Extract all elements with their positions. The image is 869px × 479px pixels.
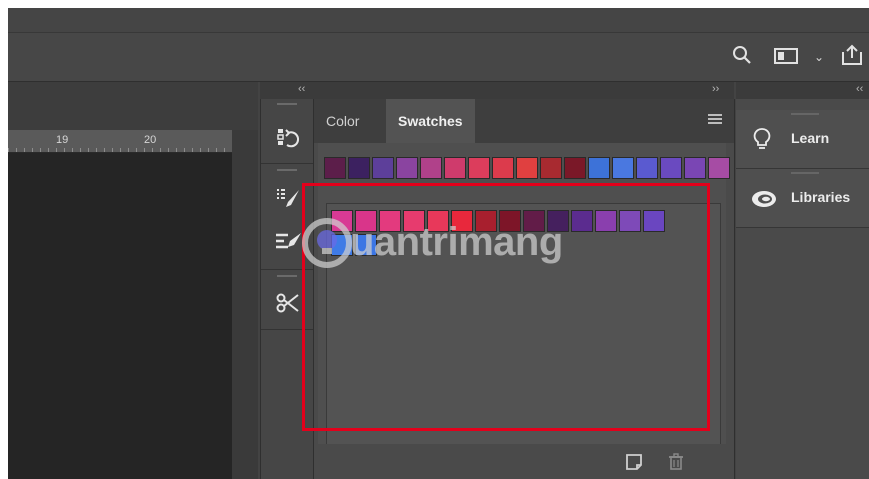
color-swatch[interactable] [612, 157, 634, 179]
panel-collapse-bar: ‹‹ ›› [260, 82, 734, 99]
ruler-tick [112, 148, 113, 152]
watermark-logo [300, 216, 354, 270]
history-icon[interactable] [274, 125, 302, 153]
color-swatch[interactable] [372, 157, 394, 179]
color-swatch[interactable] [324, 157, 346, 179]
ruler-tick [72, 148, 73, 152]
recent-swatches [324, 157, 730, 179]
ruler-tick [216, 148, 217, 152]
search-icon[interactable] [732, 45, 752, 70]
panel-icon-column [260, 99, 314, 479]
brush-icon[interactable] [274, 227, 302, 255]
collapse-right-arrows[interactable]: ‹‹ [856, 83, 863, 95]
menu-bar [8, 8, 869, 33]
libraries-icon [750, 186, 776, 210]
libraries-label: Libraries [791, 189, 851, 205]
tab-swatches[interactable]: Swatches [386, 99, 475, 143]
share-icon[interactable] [840, 44, 864, 71]
grip-handle[interactable] [277, 103, 297, 105]
color-swatch[interactable] [540, 157, 562, 179]
ruler-tick [48, 148, 49, 152]
ruler-tick [192, 148, 193, 152]
color-swatch[interactable] [708, 157, 730, 179]
options-bar: ⌄ [8, 33, 869, 82]
swatches-panel: Color Swatches [314, 99, 735, 479]
color-swatch[interactable] [468, 157, 490, 179]
swatches-panel-body [318, 143, 730, 479]
watermark-text: uantrimang [350, 220, 563, 264]
vertical-ruler [232, 130, 258, 479]
color-swatch[interactable] [636, 157, 658, 179]
screen-mode-icon[interactable] [774, 48, 798, 69]
new-swatch-icon[interactable] [624, 452, 644, 472]
ruler-tick [40, 148, 41, 152]
libraries-panel-button[interactable]: Libraries [736, 169, 869, 228]
grip-handle [791, 172, 819, 174]
ruler-tick [56, 148, 57, 152]
color-swatch[interactable] [420, 157, 442, 179]
swatches-footer [314, 444, 734, 479]
color-swatch[interactable] [564, 157, 586, 179]
grip-handle[interactable] [277, 169, 297, 171]
ruler-label: 19 [56, 134, 69, 146]
color-swatch[interactable] [588, 157, 610, 179]
ruler-label: 20 [144, 134, 157, 146]
ruler-tick [184, 148, 185, 152]
grip-handle[interactable] [277, 275, 297, 277]
ruler-tick [96, 148, 97, 152]
color-swatch[interactable] [684, 157, 706, 179]
lightbulb-icon [750, 127, 774, 151]
ruler-tick [8, 148, 9, 152]
color-swatch[interactable] [396, 157, 418, 179]
right-panel-dock: Learn Libraries [736, 99, 869, 479]
color-swatch[interactable] [348, 157, 370, 179]
horizontal-ruler: 19 20 [8, 130, 232, 153]
learn-panel-button[interactable]: Learn [736, 110, 869, 169]
ruler-tick [144, 148, 145, 152]
ruler-tick [224, 148, 225, 152]
ruler-tick [168, 148, 169, 152]
ruler-tick [104, 148, 105, 152]
color-swatch[interactable] [444, 157, 466, 179]
separator [261, 329, 313, 330]
color-swatch[interactable] [516, 157, 538, 179]
ruler-tick [16, 148, 17, 152]
tab-color[interactable]: Color [314, 99, 371, 143]
ruler-tick [80, 148, 81, 152]
ruler-tick [160, 148, 161, 152]
ruler-tick [128, 148, 129, 152]
document-canvas[interactable] [8, 153, 232, 479]
ruler-tick [32, 148, 33, 152]
ruler-tick [24, 148, 25, 152]
right-collapse-bar: ‹‹ [736, 82, 869, 99]
ruler-tick [88, 148, 89, 152]
ruler-tick [136, 148, 137, 152]
ruler-tick [64, 148, 65, 152]
panel-menu-icon[interactable] [708, 114, 722, 126]
clone-source-icon[interactable] [274, 289, 302, 317]
color-swatch[interactable] [643, 210, 665, 232]
separator [261, 163, 313, 164]
ruler-tick [120, 148, 121, 152]
trash-icon[interactable] [666, 452, 686, 472]
grip-handle [791, 113, 819, 115]
learn-label: Learn [791, 130, 830, 146]
document-tab-bar [8, 82, 258, 130]
screen-mode-chevron-icon[interactable]: ⌄ [814, 50, 824, 64]
watermark: uantrimang [300, 212, 600, 276]
ruler-tick [152, 148, 153, 152]
color-swatch[interactable] [619, 210, 641, 232]
brush-settings-icon[interactable] [274, 185, 302, 213]
ruler-tick [208, 148, 209, 152]
color-swatch[interactable] [492, 157, 514, 179]
color-swatch[interactable] [660, 157, 682, 179]
panel-tab-bar: Color Swatches [314, 99, 734, 143]
ruler-tick [176, 148, 177, 152]
collapse-left-arrows[interactable]: ‹‹ [298, 83, 305, 95]
ruler-tick [200, 148, 201, 152]
expand-arrows[interactable]: ›› [712, 83, 719, 95]
